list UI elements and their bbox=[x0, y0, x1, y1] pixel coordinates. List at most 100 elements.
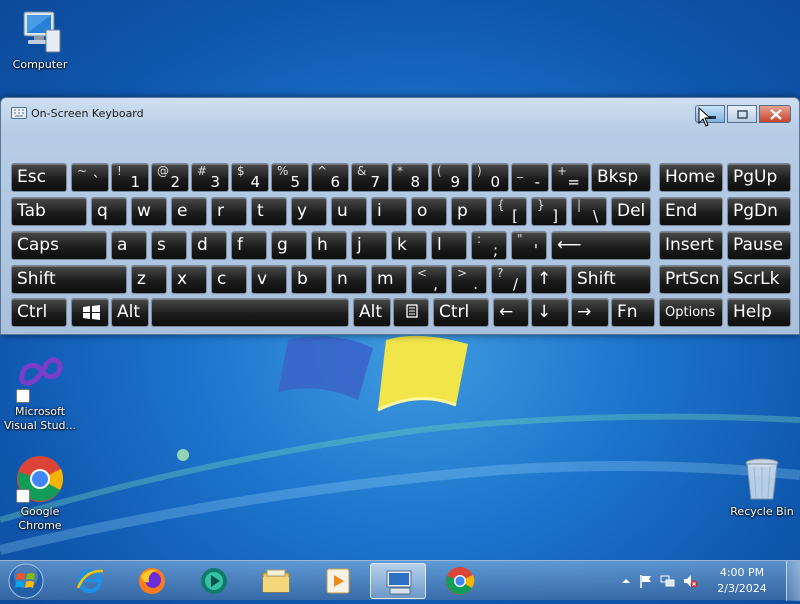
key-e[interactable]: e bbox=[171, 197, 207, 226]
key-q[interactable]: q bbox=[91, 197, 127, 226]
key-label: 8 bbox=[410, 173, 420, 191]
key-c[interactable]: c bbox=[211, 265, 247, 294]
key-windows-key[interactable] bbox=[71, 298, 109, 327]
key-prtscn[interactable]: PrtScn bbox=[659, 265, 723, 294]
key-ctrl[interactable]: Ctrl bbox=[11, 298, 67, 327]
taskbar-firefox[interactable] bbox=[124, 563, 180, 599]
key-symbol-8[interactable]: ↓ bbox=[531, 298, 569, 327]
key-symbol-11[interactable]: " ' bbox=[511, 231, 547, 260]
key-symbol-8[interactable]: <, bbox=[411, 265, 447, 294]
key-symbol-12[interactable]: }] bbox=[531, 197, 567, 226]
key-symbol-3[interactable] bbox=[151, 298, 349, 327]
taskbar-chrome[interactable] bbox=[432, 563, 488, 599]
key-p[interactable]: p bbox=[451, 197, 487, 226]
network-icon[interactable] bbox=[660, 573, 676, 589]
key-v[interactable]: v bbox=[251, 265, 287, 294]
key-symbol-12[interactable]: _ - bbox=[511, 163, 549, 192]
key-i[interactable]: i bbox=[371, 197, 407, 226]
key-0[interactable]: ) 0 bbox=[471, 163, 509, 192]
action-center-flag-icon[interactable] bbox=[638, 573, 654, 589]
key-u[interactable]: u bbox=[331, 197, 367, 226]
key-y[interactable]: y bbox=[291, 197, 327, 226]
taskbar-clock[interactable]: 4:00 PM 2/3/2024 bbox=[712, 565, 772, 597]
desktop-icon-chrome[interactable]: Google Chrome bbox=[0, 455, 80, 533]
close-button[interactable] bbox=[759, 105, 791, 123]
key-g[interactable]: g bbox=[271, 231, 307, 260]
key-symbol-9[interactable]: >. bbox=[451, 265, 487, 294]
key-8[interactable]: * 8 bbox=[391, 163, 429, 192]
key-pgdn[interactable]: PgDn bbox=[727, 197, 791, 226]
key-m[interactable]: m bbox=[371, 265, 407, 294]
key-shift[interactable]: Shift bbox=[571, 265, 651, 294]
key-ctrl[interactable]: Ctrl bbox=[433, 298, 489, 327]
key-r[interactable]: r bbox=[211, 197, 247, 226]
key-9[interactable]: (9 bbox=[431, 163, 469, 192]
key-symbol-1[interactable]: ~ ` bbox=[71, 163, 109, 192]
key-symbol-11[interactable]: {[ bbox=[491, 197, 527, 226]
taskbar-media-app[interactable] bbox=[186, 563, 242, 599]
key-help[interactable]: Help bbox=[727, 298, 791, 327]
key-menu-key[interactable] bbox=[393, 298, 429, 327]
key-j[interactable]: j bbox=[351, 231, 387, 260]
key-symbol-13[interactable]: | \ bbox=[571, 197, 607, 226]
key-1[interactable]: ! 1 bbox=[111, 163, 149, 192]
key-fn[interactable]: Fn bbox=[611, 298, 655, 327]
start-button[interactable] bbox=[6, 562, 46, 600]
taskbar-video-app[interactable] bbox=[310, 563, 366, 599]
key-2[interactable]: @2 bbox=[151, 163, 189, 192]
key-h[interactable]: h bbox=[311, 231, 347, 260]
key-symbol-7[interactable]: ← bbox=[493, 298, 529, 327]
key-symbol-12[interactable]: ⟵ bbox=[551, 231, 651, 260]
key-options[interactable]: Options bbox=[659, 298, 723, 327]
key-symbol-13[interactable]: + = bbox=[551, 163, 589, 192]
key-w[interactable]: w bbox=[131, 197, 167, 226]
key-t[interactable]: t bbox=[251, 197, 287, 226]
taskbar-on-screen-keyboard[interactable] bbox=[370, 563, 426, 599]
key-s[interactable]: s bbox=[151, 231, 187, 260]
key-a[interactable]: a bbox=[111, 231, 147, 260]
key-n[interactable]: n bbox=[331, 265, 367, 294]
key-d[interactable]: d bbox=[191, 231, 227, 260]
key-alt[interactable]: Alt bbox=[111, 298, 149, 327]
key-pause[interactable]: Pause bbox=[727, 231, 791, 260]
key-b[interactable]: b bbox=[291, 265, 327, 294]
key-l[interactable]: l bbox=[431, 231, 467, 260]
key-7[interactable]: & 7 bbox=[351, 163, 389, 192]
key-home[interactable]: Home bbox=[659, 163, 723, 192]
key-f[interactable]: f bbox=[231, 231, 267, 260]
volume-muted-icon[interactable] bbox=[682, 573, 698, 589]
key-scrlk[interactable]: ScrLk bbox=[727, 265, 791, 294]
key-symbol-10[interactable]: :; bbox=[471, 231, 507, 260]
key-symbol-10[interactable]: ? / bbox=[491, 265, 527, 294]
key-end[interactable]: End bbox=[659, 197, 723, 226]
taskbar-file-explorer[interactable] bbox=[248, 563, 304, 599]
show-desktop-button[interactable] bbox=[786, 561, 800, 601]
key-del[interactable]: Del bbox=[611, 197, 651, 226]
key-esc[interactable]: Esc bbox=[11, 163, 67, 192]
key-3[interactable]: #3 bbox=[191, 163, 229, 192]
key-caps[interactable]: Caps bbox=[11, 231, 107, 260]
key-label: l bbox=[437, 235, 442, 255]
key-symbol-11[interactable]: ↑ bbox=[531, 265, 567, 294]
key-insert[interactable]: Insert bbox=[659, 231, 723, 260]
key-bksp[interactable]: Bksp bbox=[591, 163, 651, 192]
desktop-icon-computer[interactable]: Computer bbox=[0, 8, 80, 72]
desktop-icon-visual-studio[interactable]: Microsoft Visual Stud... bbox=[0, 355, 80, 433]
key-z[interactable]: z bbox=[131, 265, 167, 294]
key-k[interactable]: k bbox=[391, 231, 427, 260]
key-5[interactable]: % 5 bbox=[271, 163, 309, 192]
key-6[interactable]: ^ 6 bbox=[311, 163, 349, 192]
maximize-button[interactable] bbox=[727, 105, 757, 123]
key-4[interactable]: $4 bbox=[231, 163, 269, 192]
taskbar-internet-explorer[interactable] bbox=[62, 563, 118, 599]
key-alt[interactable]: Alt bbox=[353, 298, 391, 327]
desktop-icon-recycle-bin[interactable]: Recycle Bin bbox=[722, 455, 800, 519]
key-o[interactable]: o bbox=[411, 197, 447, 226]
key-tab[interactable]: Tab bbox=[11, 197, 87, 226]
title-bar[interactable]: On-Screen Keyboard bbox=[1, 98, 799, 128]
key-x[interactable]: x bbox=[171, 265, 207, 294]
key-pgup[interactable]: PgUp bbox=[727, 163, 791, 192]
key-shift[interactable]: Shift bbox=[11, 265, 127, 294]
show-hidden-icons-icon[interactable] bbox=[618, 573, 634, 589]
key-symbol-9[interactable]: → bbox=[571, 298, 609, 327]
